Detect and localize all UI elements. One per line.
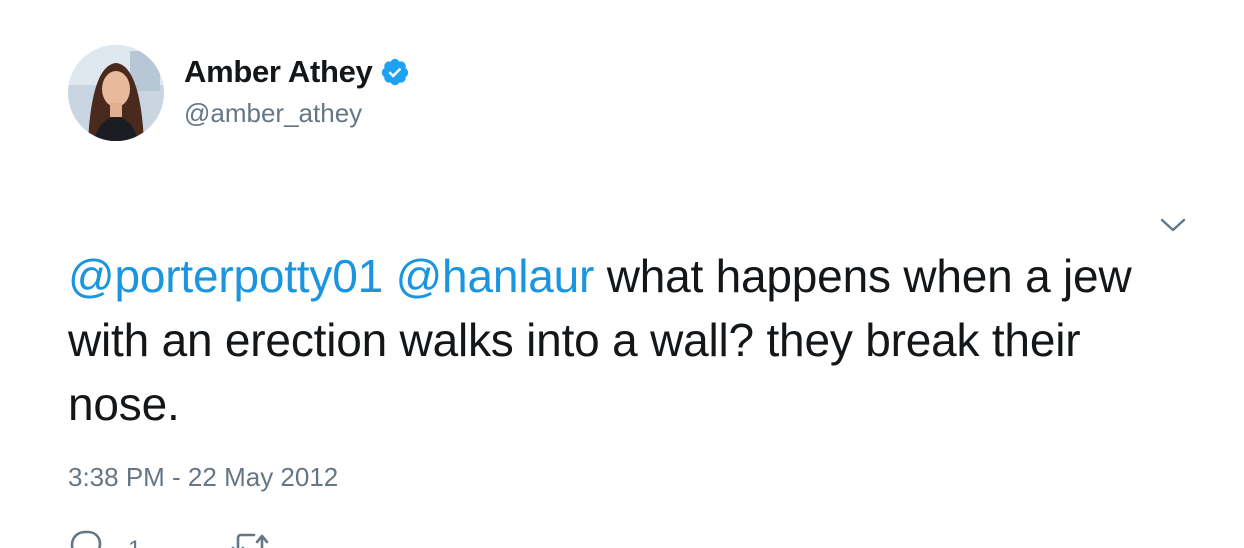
verified-badge-icon [380, 57, 410, 87]
chevron-down-icon[interactable] [1158, 214, 1188, 236]
author-name-row: Amber Athey [184, 52, 410, 92]
author-display-name[interactable]: Amber Athey [184, 54, 373, 90]
profile-photo-icon [68, 45, 164, 141]
mention-link[interactable]: @hanlaur [396, 250, 595, 302]
author-handle[interactable]: @amber_athey [184, 98, 362, 129]
tweet-actions: 1 [68, 528, 368, 548]
avatar[interactable] [68, 45, 164, 141]
tweet-timestamp[interactable]: 3:38 PM - 22 May 2012 [68, 462, 338, 493]
tweet-card: Amber Athey @amber_athey @porterpotty01 … [0, 0, 1244, 548]
reply-count: 1 [128, 536, 141, 548]
tweet-text: @porterpotty01 @hanlaur what happens whe… [68, 244, 1148, 436]
mention-link[interactable]: @porterpotty01 [68, 250, 383, 302]
reply-icon[interactable] [68, 528, 104, 548]
retweet-icon[interactable] [230, 528, 270, 548]
